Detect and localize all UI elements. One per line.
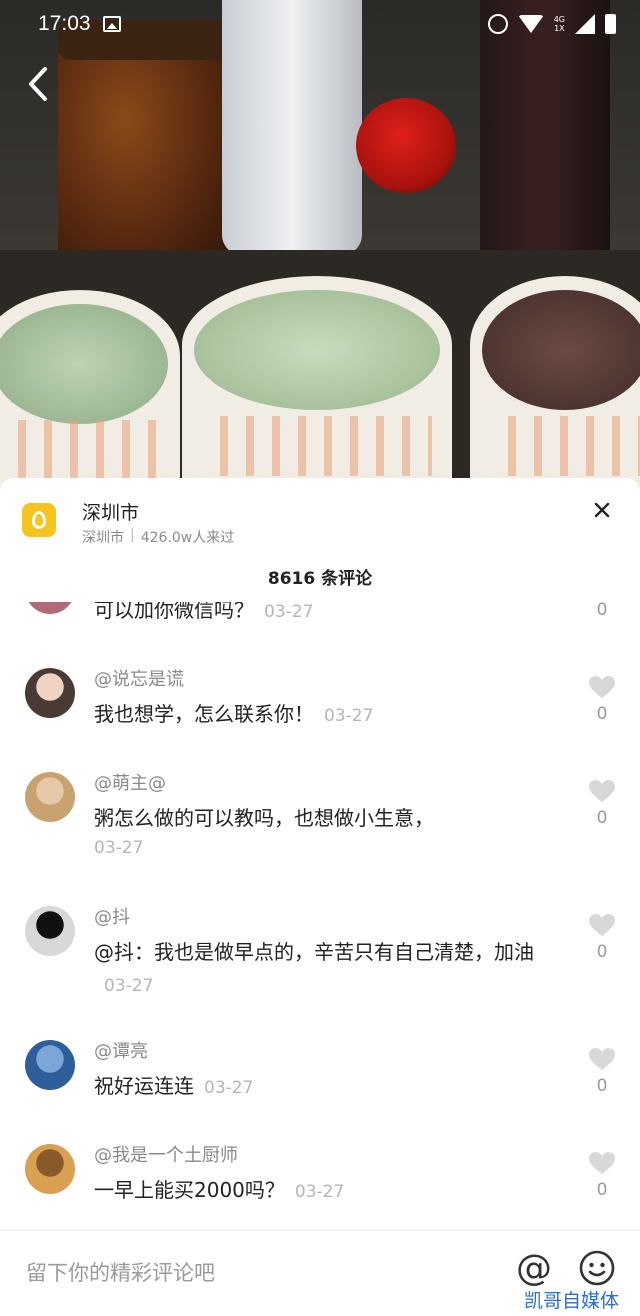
mention-button[interactable]: @ — [514, 1249, 554, 1289]
like-button[interactable]: 0 — [586, 674, 618, 724]
alarm-icon — [487, 14, 508, 34]
comment-text: @抖：我也是做早点的，辛苦只有自己清楚，加油 03-27 — [94, 936, 560, 1002]
wifi-icon — [517, 15, 544, 33]
comment-item[interactable]: @萌主@ 粥怎么做的可以教吗，也想做小生意， 03-27 0 — [0, 770, 640, 904]
comment-body: @抖：我也是做早点的，辛苦只有自己清楚，加油 — [94, 940, 534, 964]
chili-jar-image — [58, 20, 228, 270]
comment-date: 03-27 — [324, 706, 374, 726]
like-count: 0 — [596, 1076, 608, 1096]
comment-body: 粥怎么做的可以教吗，也想做小生意， — [94, 806, 434, 830]
comment-date: 03-27 — [94, 838, 144, 858]
red-cup-image — [356, 98, 456, 193]
location-visitors: 426.0w人来过 — [140, 530, 235, 546]
comment-author[interactable]: @萌主@ — [94, 770, 560, 798]
comment-item[interactable]: @我是一个土厨师一早上能买2000吗？ 03-27 0 — [0, 1142, 640, 1230]
comment-item[interactable]: @抖 @抖：我也是做早点的，辛苦只有自己清楚，加油 03-27 0 — [0, 904, 640, 1038]
emoji-icon — [579, 1250, 615, 1286]
comment-date: 03-27 — [294, 1182, 345, 1202]
comment-date: 03-27 — [204, 1078, 254, 1098]
back-button[interactable] — [20, 64, 56, 104]
location-name: 深圳市 — [82, 502, 140, 524]
location-city: 深圳市 — [82, 530, 124, 546]
close-icon — [594, 502, 610, 518]
heart-icon — [589, 676, 615, 698]
comment-count-title: 8616 条评论 — [267, 569, 373, 589]
comment-text: 粥怎么做的可以教吗，也想做小生意， 03-27 — [94, 802, 560, 862]
comment-body: 我也想学，怎么联系你！ — [94, 702, 314, 726]
comment-item[interactable]: @说忘是谎我也想学，怎么联系你！ 03-27 0 — [0, 666, 640, 770]
like-count: 0 — [596, 602, 608, 620]
comment-list[interactable]: 可以加你微信吗？ 03-27 0 @说忘是谎 我也想学，怎么联系你！ 03-27 0 @萌主@… — [0, 602, 640, 1230]
location-pin-icon — [22, 503, 56, 537]
comment-input[interactable] — [26, 1253, 486, 1293]
comment-text: 我也想学，怎么联系你！ 03-27 — [94, 698, 560, 732]
comment-text: 祝好运连连 03-27 — [94, 1070, 560, 1104]
image-icon — [102, 16, 121, 32]
emoji-button[interactable] — [578, 1249, 616, 1287]
comment-author[interactable]: @我是一个土厨师 — [94, 1142, 560, 1170]
video-background — [0, 0, 640, 500]
comment-text: 可以加你微信吗？ 03-27 — [94, 602, 560, 628]
avatar[interactable] — [25, 1040, 75, 1090]
porridge-bowl — [470, 276, 640, 500]
comment-text: 一早上能买2000吗？ 03-27 — [94, 1174, 560, 1208]
comment-sheet: 深圳市 深圳市 | 426.0w人来过 8616 条评论 可以加你微信吗？ 03-… — [0, 478, 640, 1316]
comment-author[interactable]: @抖 — [94, 904, 560, 932]
status-bar: 17:03 4G 1X — [0, 0, 640, 48]
comment-item[interactable]: @谭亮祝好运连连 03-27 0 — [0, 1038, 640, 1142]
watermark: 凯哥自媒体 — [520, 1286, 624, 1313]
comment-item[interactable]: 可以加你微信吗？ 03-27 0 — [0, 602, 640, 666]
comment-author[interactable]: @谭亮 — [94, 1038, 560, 1066]
comment-body: 一早上能买2000吗？ — [94, 1178, 285, 1202]
like-count: 0 — [596, 1180, 608, 1200]
avatar[interactable] — [25, 668, 75, 718]
signal-icon — [575, 14, 595, 34]
like-count: 0 — [596, 704, 608, 724]
like-button[interactable]: 0 — [586, 778, 618, 828]
close-button[interactable] — [588, 496, 616, 524]
like-count: 0 — [596, 942, 608, 962]
like-button[interactable]: 0 — [586, 912, 618, 962]
network-label: 4G 1X — [554, 15, 565, 33]
avatar[interactable] — [25, 906, 75, 956]
comment-date: 03-27 — [104, 976, 154, 996]
avatar[interactable] — [25, 602, 75, 614]
heart-icon — [589, 1048, 615, 1070]
network-type: 4G — [553, 15, 565, 24]
status-time: 17:03 — [38, 12, 91, 35]
avatar[interactable] — [25, 1144, 75, 1194]
network-sub: 1X — [554, 24, 565, 33]
porridge-bowl — [182, 276, 452, 500]
comment-date: 03-27 — [264, 602, 314, 622]
porridge-bowl — [0, 290, 180, 500]
comment-author[interactable]: @说忘是谎 — [94, 666, 560, 694]
comment-body: 可以加你微信吗？ — [94, 602, 254, 622]
like-button[interactable]: 0 — [586, 1046, 618, 1096]
chevron-left-icon — [29, 67, 47, 101]
like-button[interactable]: 0 — [586, 602, 618, 620]
like-button[interactable]: 0 — [586, 1150, 618, 1200]
heart-icon — [589, 914, 615, 936]
location-separator: | — [130, 527, 135, 543]
location-subtitle: 深圳市 | 426.0w人来过 — [82, 527, 234, 547]
heart-icon — [589, 1152, 615, 1174]
heart-icon — [589, 780, 615, 802]
comment-body: 祝好运连连 — [94, 1074, 194, 1098]
battery-icon — [605, 14, 616, 34]
location-header[interactable]: 深圳市 深圳市 | 426.0w人来过 — [0, 478, 640, 564]
avatar[interactable] — [25, 772, 75, 822]
like-count: 0 — [596, 808, 608, 828]
